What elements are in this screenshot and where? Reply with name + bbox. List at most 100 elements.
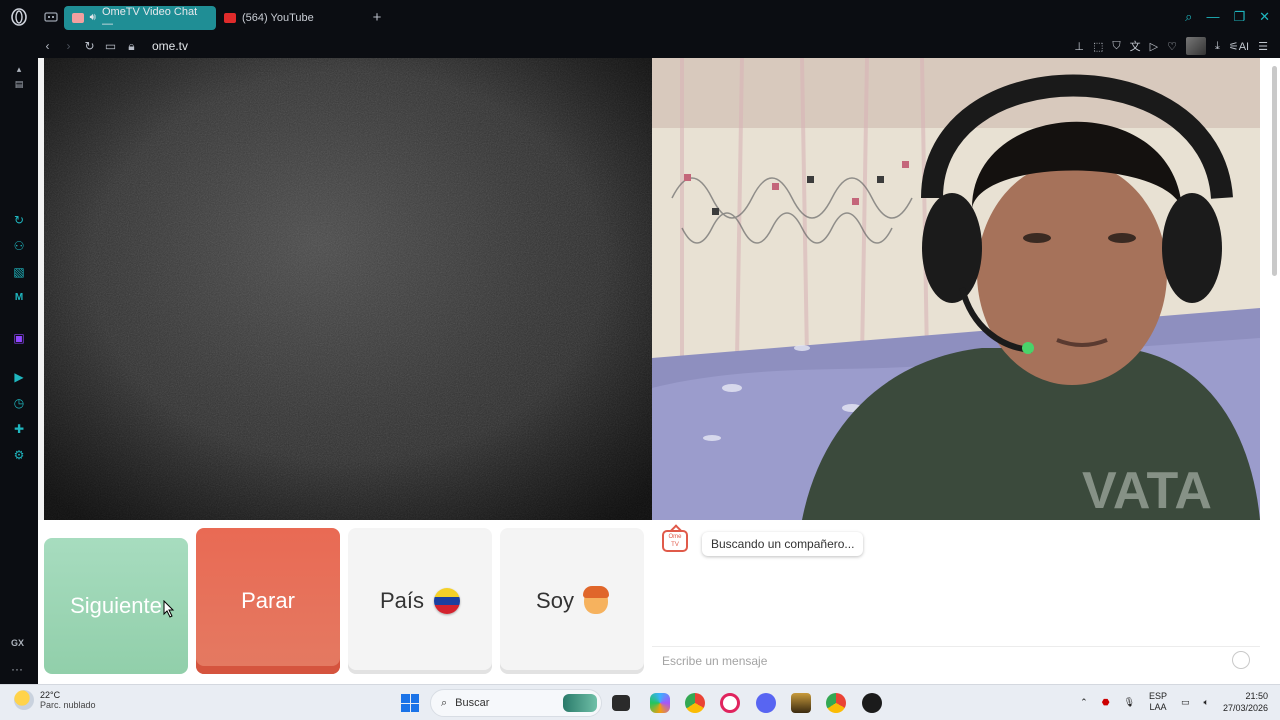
- tray-app-icon[interactable]: ⬣: [1102, 697, 1110, 708]
- tab-ometv[interactable]: 🔊︎ OmeTV Video Chat —: [64, 5, 216, 30]
- shield-icon[interactable]: ⛉: [1112, 40, 1120, 53]
- sidebar-refresh-icon[interactable]: ↻: [11, 212, 27, 228]
- game-app-icon[interactable]: [862, 693, 882, 713]
- weather-widget[interactable]: 22°C Parc. nublado: [14, 690, 96, 710]
- temperature: 22°C: [40, 690, 61, 700]
- menu-icon[interactable]: ☰: [1258, 40, 1268, 53]
- forward-icon[interactable]: ›: [58, 39, 79, 53]
- sidebar-twitch-icon[interactable]: ▣: [11, 330, 27, 346]
- ometv-logo-icon: Ome TV: [662, 530, 688, 552]
- volume-icon[interactable]: 🔈︎: [1204, 697, 1209, 708]
- discord-icon[interactable]: [756, 693, 776, 713]
- ometv-favicon-icon: [72, 12, 84, 23]
- copilot-icon[interactable]: [650, 693, 670, 713]
- new-tab-plus-icon[interactable]: +: [364, 9, 390, 26]
- status-message: Buscando un compañero...: [702, 532, 864, 556]
- download-icon[interactable]: ⤓: [1215, 40, 1220, 53]
- url-field[interactable]: ome.tv: [152, 39, 188, 53]
- taskbar: 22°C Parc. nublado ⌕ Buscar ⌃ ⬣ 🎙︎ ESP L…: [0, 684, 1280, 720]
- taskbar-search[interactable]: ⌕ Buscar: [430, 689, 602, 717]
- lang-top: ESP: [1149, 691, 1168, 701]
- tab-label: (564) YouTube: [242, 11, 314, 24]
- search-icon: ⌕: [441, 696, 448, 709]
- message-input[interactable]: Escribe un mensaje: [652, 646, 1260, 672]
- stranger-video: [44, 58, 652, 520]
- ai-label: AI: [1238, 40, 1250, 53]
- search-highlight-icon: [563, 694, 597, 712]
- partly-cloudy-icon: [14, 690, 34, 710]
- emoji-picker-icon[interactable]: [1232, 651, 1250, 669]
- tab-bar: 🔊︎ OmeTV Video Chat — (564) YouTube + ⌕ …: [0, 0, 1280, 34]
- screen: 🔊︎ OmeTV Video Chat — (564) YouTube + ⌕ …: [0, 0, 1280, 720]
- windows-start-icon[interactable]: [401, 694, 419, 712]
- sidebar-collapse-icon[interactable]: ▴: [11, 61, 27, 77]
- webcam-scene: VATA: [652, 58, 1260, 520]
- stop-button[interactable]: Parar: [196, 528, 340, 674]
- clock[interactable]: 21:50 27/03/2026: [1223, 690, 1268, 714]
- sidebar-cleaner-icon[interactable]: ▧: [11, 264, 27, 280]
- display-icon[interactable]: ▭: [1181, 697, 1190, 708]
- restore-icon[interactable]: ❐: [1233, 9, 1245, 25]
- search-label: Buscar: [455, 697, 490, 709]
- scrollbar[interactable]: [1270, 58, 1280, 684]
- sidebar-messenger-icon[interactable]: M: [11, 290, 27, 306]
- file-explorer-icon[interactable]: [612, 695, 630, 711]
- sidebar-more-icon[interactable]: ···: [11, 662, 23, 676]
- svg-text:VATA: VATA: [1082, 462, 1212, 520]
- sidebar: ▴ ▤ ↻ ⚇ ▧ M ▣ ▶ ◷ ✚ ⚙ GX ···: [0, 58, 38, 684]
- gender-label: Soy: [536, 588, 574, 613]
- scrollbar-thumb[interactable]: [1272, 66, 1277, 276]
- tab-youtube[interactable]: (564) YouTube: [216, 6, 364, 30]
- youtube-favicon-icon: [224, 12, 236, 23]
- country-button[interactable]: País: [348, 528, 492, 674]
- chat-panel: Ome TV Buscando un compañero... Escribe …: [652, 520, 1260, 684]
- date: 27/03/2026: [1222, 703, 1268, 713]
- mouse-cursor-icon: [163, 600, 175, 618]
- stop-label: Parar: [241, 588, 295, 613]
- sidebar-settings-icon[interactable]: ⚙: [11, 447, 27, 463]
- sidebar-gx-label[interactable]: GX: [11, 638, 24, 648]
- league-icon[interactable]: [791, 693, 811, 713]
- sidebar-extensions-icon[interactable]: ✚: [11, 421, 27, 437]
- language-indicator[interactable]: ESP LAA: [1149, 691, 1167, 713]
- sidebar-doc-icon[interactable]: ▤: [11, 76, 27, 92]
- translate-icon[interactable]: 文: [1130, 38, 1141, 54]
- lock-icon: 🔒︎: [128, 38, 135, 53]
- self-video: VATA: [652, 58, 1260, 520]
- sidebar-gx-control-icon[interactable]: ⚇: [11, 238, 27, 254]
- play-icon[interactable]: ▷: [1150, 40, 1158, 53]
- sidebar-player-icon[interactable]: ▶: [11, 369, 27, 385]
- ai-button[interactable]: ⚟AI: [1229, 40, 1249, 53]
- opera-gx-taskbar-icon[interactable]: [720, 693, 740, 713]
- message-placeholder: Escribe un mensaje: [662, 654, 768, 668]
- tab-manager-icon[interactable]: [38, 0, 64, 34]
- speaker-icon[interactable]: 🔊︎: [90, 12, 96, 23]
- reload-icon[interactable]: ↻: [79, 39, 100, 53]
- chrome-icon[interactable]: [685, 693, 705, 713]
- boy-face-icon: [582, 586, 609, 614]
- chevron-up-icon[interactable]: ⌃: [1080, 697, 1088, 708]
- profile-thumbnail[interactable]: [1185, 37, 1206, 55]
- venezuela-flag-icon: [434, 588, 461, 614]
- search-tabs-icon[interactable]: ⌕: [1185, 9, 1192, 25]
- opera-gx-logo-icon[interactable]: [0, 0, 38, 34]
- next-label: Siguiente: [70, 593, 162, 618]
- window-controls: ⌕ — ❐ ✕: [1185, 9, 1280, 25]
- chrome-profile-icon[interactable]: [826, 693, 846, 713]
- microphone-icon[interactable]: 🎙︎: [1124, 697, 1135, 708]
- pin-icon[interactable]: ⊥: [1074, 40, 1084, 53]
- sidebar-history-icon[interactable]: ◷: [11, 395, 27, 411]
- tab-label: OmeTV Video Chat —: [101, 5, 198, 30]
- back-icon[interactable]: ‹: [37, 39, 58, 53]
- ometv-logo-text: Ome TV: [668, 534, 682, 548]
- heart-icon[interactable]: ♡: [1167, 40, 1177, 53]
- camera-permission-icon[interactable]: ▭: [100, 39, 121, 53]
- close-icon[interactable]: ✕: [1259, 9, 1270, 25]
- toolbar-right: ⊥ ⬚ ⛉ 文 ▷ ♡ ⤓ ⚟AI ☰: [1074, 37, 1280, 55]
- snapshot-icon[interactable]: ⬚: [1093, 40, 1103, 53]
- gender-button[interactable]: Soy: [500, 528, 644, 674]
- time: 21:50: [1245, 691, 1268, 701]
- address-bar: ‹ › ↻ ▭ 🔒︎ ome.tv ⊥ ⬚ ⛉ 文 ▷ ♡ ⤓ ⚟AI ☰: [0, 34, 1280, 58]
- minimize-icon[interactable]: —: [1206, 9, 1219, 25]
- system-tray: ⌃ ⬣ 🎙︎ ESP LAA ▭ 🔈︎ 21:50 27/03/2026: [1080, 690, 1268, 714]
